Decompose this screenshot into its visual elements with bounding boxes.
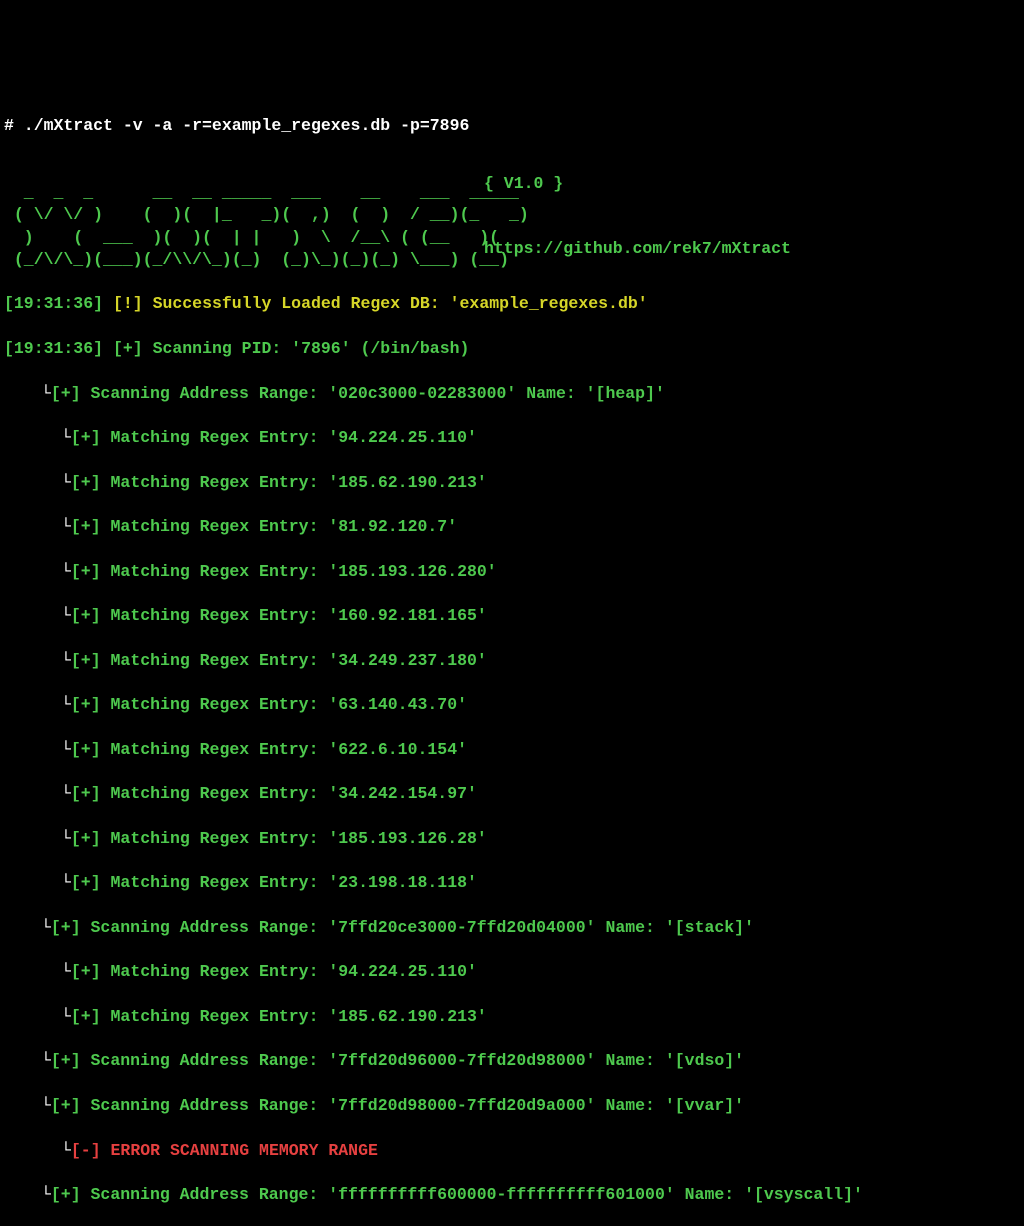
match-entry: └[+] Matching Regex Entry: '81.92.120.7' (61, 516, 1020, 538)
match-entry: └[+] Matching Regex Entry: '34.249.237.1… (61, 650, 1020, 672)
command-line: # ./mXtract -v -a -r=example_regexes.db … (4, 115, 1020, 137)
match-entry: └[+] Matching Regex Entry: '94.224.25.11… (61, 427, 1020, 449)
scan-range-vdso: └[+] Scanning Address Range: '7ffd20d960… (41, 1050, 1020, 1072)
github-link[interactable]: https://github.com/rek7/mXtract (484, 238, 791, 260)
ascii-logo: _ _ _ __ __ _____ ___ __ ___ _____ ( \/ … (4, 183, 529, 269)
match-entry: └[+] Matching Regex Entry: '23.198.18.11… (61, 872, 1020, 894)
match-entry: └[+] Matching Regex Entry: '185.62.190.2… (61, 472, 1020, 494)
match-entry: └[+] Matching Regex Entry: '94.224.25.11… (61, 961, 1020, 983)
match-entry: └[+] Matching Regex Entry: '63.140.43.70… (61, 694, 1020, 716)
terminal-output: # ./mXtract -v -a -r=example_regexes.db … (4, 93, 1020, 1226)
match-entry: └[+] Matching Regex Entry: '185.62.190.2… (61, 1006, 1020, 1028)
scan-range-heap: └[+] Scanning Address Range: '020c3000-0… (41, 383, 1020, 405)
match-entry: └[+] Matching Regex Entry: '622.6.10.154… (61, 739, 1020, 761)
version-tag: { V1.0 } (484, 173, 563, 195)
match-entry: └[+] Matching Regex Entry: '160.92.181.1… (61, 605, 1020, 627)
match-entry: └[+] Matching Regex Entry: '185.193.126.… (61, 828, 1020, 850)
match-entry: └[+] Matching Regex Entry: '185.193.126.… (61, 561, 1020, 583)
error-line: └[-] ERROR SCANNING MEMORY RANGE (61, 1140, 1020, 1162)
scan-range-vvar: └[+] Scanning Address Range: '7ffd20d980… (41, 1095, 1020, 1117)
scan-range-vsyscall: └[+] Scanning Address Range: 'ffffffffff… (41, 1184, 1020, 1206)
log-scanning-pid: [19:31:36] [+] Scanning PID: '7896' (/bi… (4, 338, 1020, 360)
log-loaded: [19:31:36] [!] Successfully Loaded Regex… (4, 293, 1020, 315)
scan-range-stack: └[+] Scanning Address Range: '7ffd20ce30… (41, 917, 1020, 939)
match-entry: └[+] Matching Regex Entry: '34.242.154.9… (61, 783, 1020, 805)
